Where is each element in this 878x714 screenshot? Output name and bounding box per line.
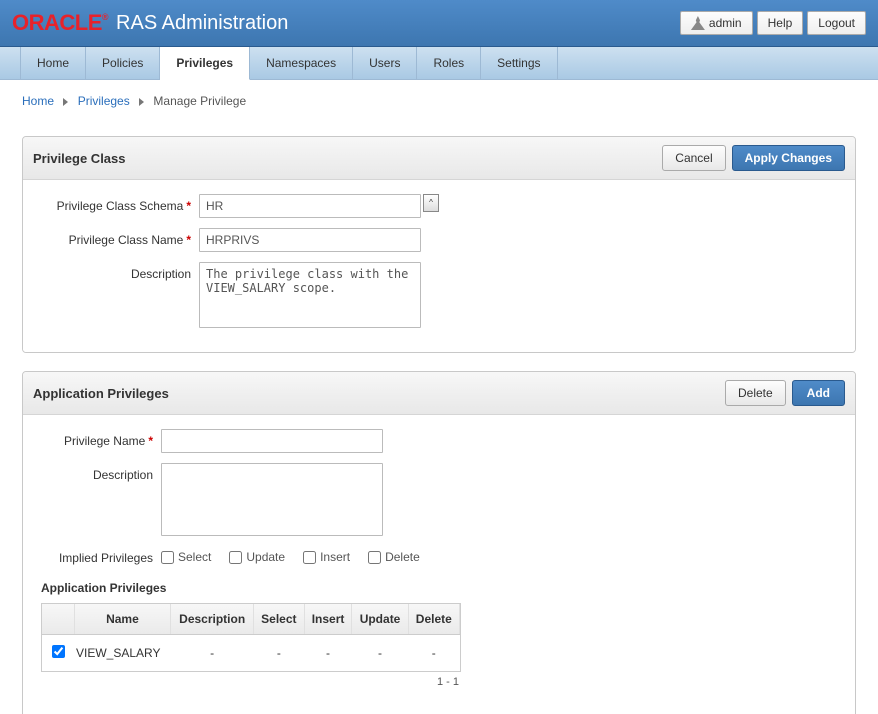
tab-home[interactable]: Home: [20, 47, 86, 79]
tab-roles[interactable]: Roles: [417, 47, 481, 79]
app-priv-subheader: Application Privileges: [41, 581, 837, 595]
chevron-right-icon: [63, 98, 68, 106]
priv-name-input[interactable]: [161, 429, 383, 453]
row-delete: -: [408, 635, 459, 672]
col-insert[interactable]: Insert: [304, 604, 352, 635]
breadcrumb-home[interactable]: Home: [22, 94, 54, 108]
table-row[interactable]: VIEW_SALARY - - - - -: [42, 635, 460, 672]
breadcrumb-privileges[interactable]: Privileges: [78, 94, 130, 108]
tab-settings[interactable]: Settings: [481, 47, 557, 79]
implied-delete-checkbox[interactable]: Delete: [368, 550, 420, 564]
row-name: VIEW_SALARY: [74, 635, 171, 672]
app-header: ORACLE® RAS Administration admin Help Lo…: [0, 0, 878, 47]
implied-update-checkbox[interactable]: Update: [229, 550, 285, 564]
application-privileges-panel: Application Privileges Delete Add Privil…: [22, 371, 856, 714]
tab-policies[interactable]: Policies: [86, 47, 160, 79]
row-update: -: [352, 635, 408, 672]
col-select[interactable]: Select: [254, 604, 305, 635]
implied-insert-checkbox[interactable]: Insert: [303, 550, 350, 564]
tab-namespaces[interactable]: Namespaces: [250, 47, 353, 79]
panel-title: Application Privileges: [33, 386, 719, 401]
priv-desc-textarea[interactable]: [161, 463, 383, 536]
tab-privileges[interactable]: Privileges: [160, 47, 250, 80]
col-description[interactable]: Description: [171, 604, 254, 635]
panel-title: Privilege Class: [33, 151, 656, 166]
schema-lov-button[interactable]: ^: [423, 194, 439, 212]
app-title: RAS Administration: [116, 12, 288, 35]
row-desc: -: [171, 635, 254, 672]
cancel-button[interactable]: Cancel: [662, 145, 725, 171]
apply-changes-button[interactable]: Apply Changes: [732, 145, 845, 171]
row-select: -: [254, 635, 305, 672]
logout-button[interactable]: Logout: [807, 11, 866, 35]
implied-select-checkbox[interactable]: Select: [161, 550, 211, 564]
app-priv-table: Name Description Select Insert Update De…: [41, 603, 461, 672]
oracle-logo: ORACLE®: [12, 10, 108, 36]
breadcrumb-current: Manage Privilege: [153, 94, 246, 108]
class-desc-label: Description: [41, 262, 199, 281]
class-name-label: Privilege Class Name*: [41, 228, 199, 247]
user-icon: [691, 16, 705, 30]
delete-button[interactable]: Delete: [725, 380, 786, 406]
chevron-up-icon: ^: [429, 196, 433, 210]
table-pagination: 1 - 1: [41, 672, 461, 688]
main-tabs: Home Policies Privileges Namespaces User…: [0, 47, 878, 80]
row-checkbox[interactable]: [52, 645, 65, 658]
priv-desc-label: Description: [41, 463, 161, 482]
schema-label: Privilege Class Schema*: [41, 194, 199, 213]
priv-name-label: Privilege Name*: [41, 429, 161, 448]
tab-users[interactable]: Users: [353, 47, 417, 79]
class-desc-textarea[interactable]: The privilege class with the VIEW_SALARY…: [199, 262, 421, 328]
user-menu-button[interactable]: admin: [680, 11, 753, 35]
help-button[interactable]: Help: [757, 11, 804, 35]
privilege-class-panel: Privilege Class Cancel Apply Changes Pri…: [22, 136, 856, 353]
chevron-right-icon: [139, 98, 144, 106]
add-button[interactable]: Add: [792, 380, 845, 406]
col-delete[interactable]: Delete: [408, 604, 459, 635]
class-name-input[interactable]: [199, 228, 421, 252]
col-name[interactable]: Name: [74, 604, 171, 635]
col-select-all: [42, 604, 74, 635]
implied-label: Implied Privileges: [41, 546, 161, 565]
col-update[interactable]: Update: [352, 604, 408, 635]
breadcrumb: Home Privileges Manage Privilege: [22, 94, 856, 108]
row-insert: -: [304, 635, 352, 672]
schema-input[interactable]: [199, 194, 421, 218]
